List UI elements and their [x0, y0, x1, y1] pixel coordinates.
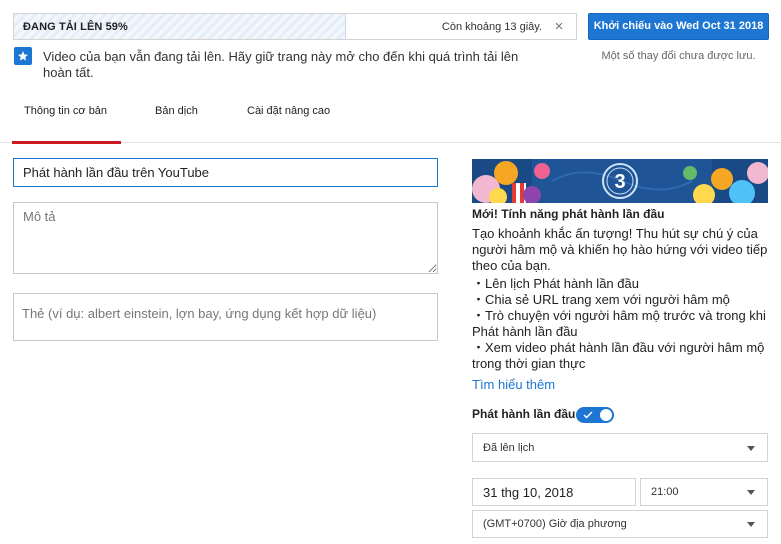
check-icon — [583, 411, 593, 419]
premiere-promo-banner: 3 — [472, 159, 768, 203]
schedule-status-select[interactable]: Đã lên lịch — [472, 433, 768, 462]
upload-status-label: ĐANG TẢI LÊN 59% — [23, 21, 128, 33]
tags-input[interactable] — [14, 306, 434, 321]
premiere-time-select[interactable]: 21:00 — [640, 478, 768, 506]
chevron-down-icon — [747, 445, 755, 451]
promo-description: Tạo khoảnh khắc ấn tượng! Thu hút sự chú… — [472, 226, 768, 273]
star-icon — [14, 47, 32, 65]
promo-title: Mới! Tính năng phát hành lần đầu — [472, 207, 665, 221]
tab-bar: Thông tin cơ bản Bản dịch Cài đặt nâng c… — [0, 95, 781, 144]
promo-feature-item: ・Xem video phát hành lần đầu với người h… — [472, 340, 765, 371]
tab-advanced-settings[interactable]: Cài đặt nâng cao — [247, 105, 330, 141]
premiere-toggle[interactable] — [576, 407, 614, 423]
timezone-select[interactable]: (GMT+0700) Giờ địa phương — [472, 510, 768, 538]
promo-feature-item: ・Lên lịch Phát hành lần đầu — [472, 276, 639, 291]
unsaved-changes-text: Một số thay đổi chưa được lưu. — [601, 50, 756, 62]
chevron-down-icon — [747, 522, 755, 527]
premiere-button[interactable]: Khởi chiếu vào Wed Oct 31 2018 — [588, 13, 769, 40]
schedule-status-value: Đã lên lịch — [483, 441, 535, 454]
tags-field[interactable] — [13, 293, 438, 341]
title-input[interactable] — [13, 158, 438, 187]
promo-feature-item: ・Chia sẻ URL trang xem với người hâm mộ — [472, 292, 730, 307]
toggle-knob — [600, 409, 612, 421]
premiere-time-value: 21:00 — [651, 486, 679, 498]
upload-notice-text: Video của bạn vẫn đang tải lên. Hãy giữ … — [43, 49, 519, 80]
promo-feature-list: ・Lên lịch Phát hành lần đầu ・Chia sẻ URL… — [472, 276, 768, 372]
chevron-down-icon — [747, 490, 755, 495]
upload-time-remaining: Còn khoảng 13 giây. — [441, 21, 542, 33]
promo-feature-item: ・Trò chuyện với người hâm mộ trước và tr… — [472, 308, 766, 339]
upload-progress-bar: ĐANG TẢI LÊN 59% Còn khoảng 13 giây. × — [13, 13, 577, 40]
timezone-value: (GMT+0700) Giờ địa phương — [483, 518, 627, 530]
cancel-upload-icon[interactable]: × — [550, 18, 568, 36]
learn-more-link[interactable]: Tìm hiểu thêm — [472, 377, 555, 392]
countdown-number: 3 — [614, 171, 625, 193]
description-input[interactable] — [13, 202, 438, 274]
premiere-date-input[interactable] — [472, 478, 636, 506]
tab-basic-info[interactable]: Thông tin cơ bản — [11, 105, 122, 144]
tab-translations[interactable]: Bản dịch — [155, 105, 198, 141]
premiere-toggle-label: Phát hành lần đầu — [472, 407, 576, 421]
